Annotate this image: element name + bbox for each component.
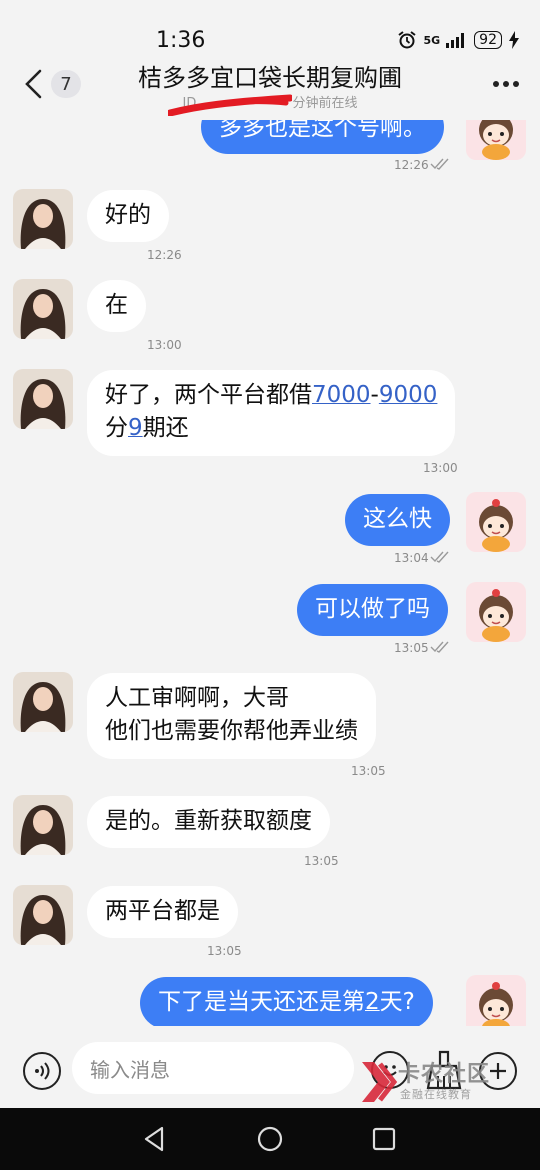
square-recents-icon xyxy=(372,1127,396,1151)
logo-icon xyxy=(362,1062,398,1102)
number-link[interactable]: 7000 xyxy=(312,382,371,408)
message-bubble-outgoing[interactable]: 下了是当天还还是第2天? xyxy=(140,977,433,1026)
voice-button[interactable] xyxy=(23,1052,61,1090)
message-time: 12:26 xyxy=(394,158,429,172)
nav-home-button[interactable] xyxy=(256,1125,284,1153)
nav-recents-button[interactable] xyxy=(371,1126,397,1152)
nav-back-button[interactable] xyxy=(140,1124,170,1154)
message-bubble-outgoing[interactable]: 这么快 xyxy=(345,494,450,546)
message-time: 13:00 xyxy=(147,338,182,352)
message-time: 13:05 xyxy=(304,854,339,868)
message-time: 13:05 xyxy=(351,764,386,778)
message-time: 13:05 xyxy=(207,944,242,958)
number-link[interactable]: 9000 xyxy=(379,382,438,408)
message-bubble-incoming[interactable]: 是的。重新获取额度 xyxy=(87,796,330,848)
message-bubble-incoming[interactable]: 人工审啊啊，大哥 他们也需要你帮他弄业绩 xyxy=(87,673,376,759)
message-list[interactable]: 多多也是这个号啊。 12:26 7 桔多多宜口袋长期复购圃 ID. 分钟前在线 好… xyxy=(0,0,540,1026)
triangle-back-icon xyxy=(144,1126,164,1152)
message-input[interactable]: 输入消息 xyxy=(72,1042,354,1094)
contact-avatar[interactable] xyxy=(13,369,73,429)
circle-home-icon xyxy=(257,1126,283,1152)
contact-avatar[interactable] xyxy=(13,672,73,732)
my-avatar[interactable] xyxy=(466,975,526,1026)
my-avatar[interactable] xyxy=(466,492,526,552)
message-time: 13:05 xyxy=(394,641,429,655)
voice-icon xyxy=(35,1062,50,1080)
my-avatar[interactable] xyxy=(466,582,526,642)
message-bubble-outgoing[interactable]: 可以做了吗 xyxy=(297,584,448,636)
chat-header: 7 桔多多宜口袋长期复购圃 ID. 分钟前在线 xyxy=(0,56,540,120)
message-bubble-incoming[interactable]: 在 xyxy=(87,280,146,332)
contact-avatar[interactable] xyxy=(13,189,73,249)
read-check-icon xyxy=(430,551,449,563)
message-time: 13:04 xyxy=(394,551,429,565)
message-bubble-incoming[interactable]: 两平台都是 xyxy=(87,886,238,938)
chat-title: 桔多多宜口袋长期复购圃 xyxy=(138,64,402,92)
contact-avatar[interactable] xyxy=(13,795,73,855)
number-link[interactable]: 2 xyxy=(365,989,380,1015)
contact-avatar[interactable] xyxy=(13,279,73,339)
redaction-scribble xyxy=(168,94,292,116)
contact-avatar[interactable] xyxy=(13,885,73,945)
number-link[interactable]: 9 xyxy=(128,415,143,441)
message-time: 12:26 xyxy=(147,248,182,262)
message-bubble-incoming[interactable]: 好了，两个平台都借7000-9000 分9期还 xyxy=(87,370,456,456)
message-bubble-incoming[interactable]: 好的 xyxy=(87,190,169,242)
more-options-button[interactable] xyxy=(486,72,526,96)
system-navigation-bar xyxy=(0,1108,540,1170)
read-check-icon xyxy=(430,641,449,653)
message-time: 13:00 xyxy=(423,461,458,475)
read-check-icon xyxy=(430,158,449,170)
